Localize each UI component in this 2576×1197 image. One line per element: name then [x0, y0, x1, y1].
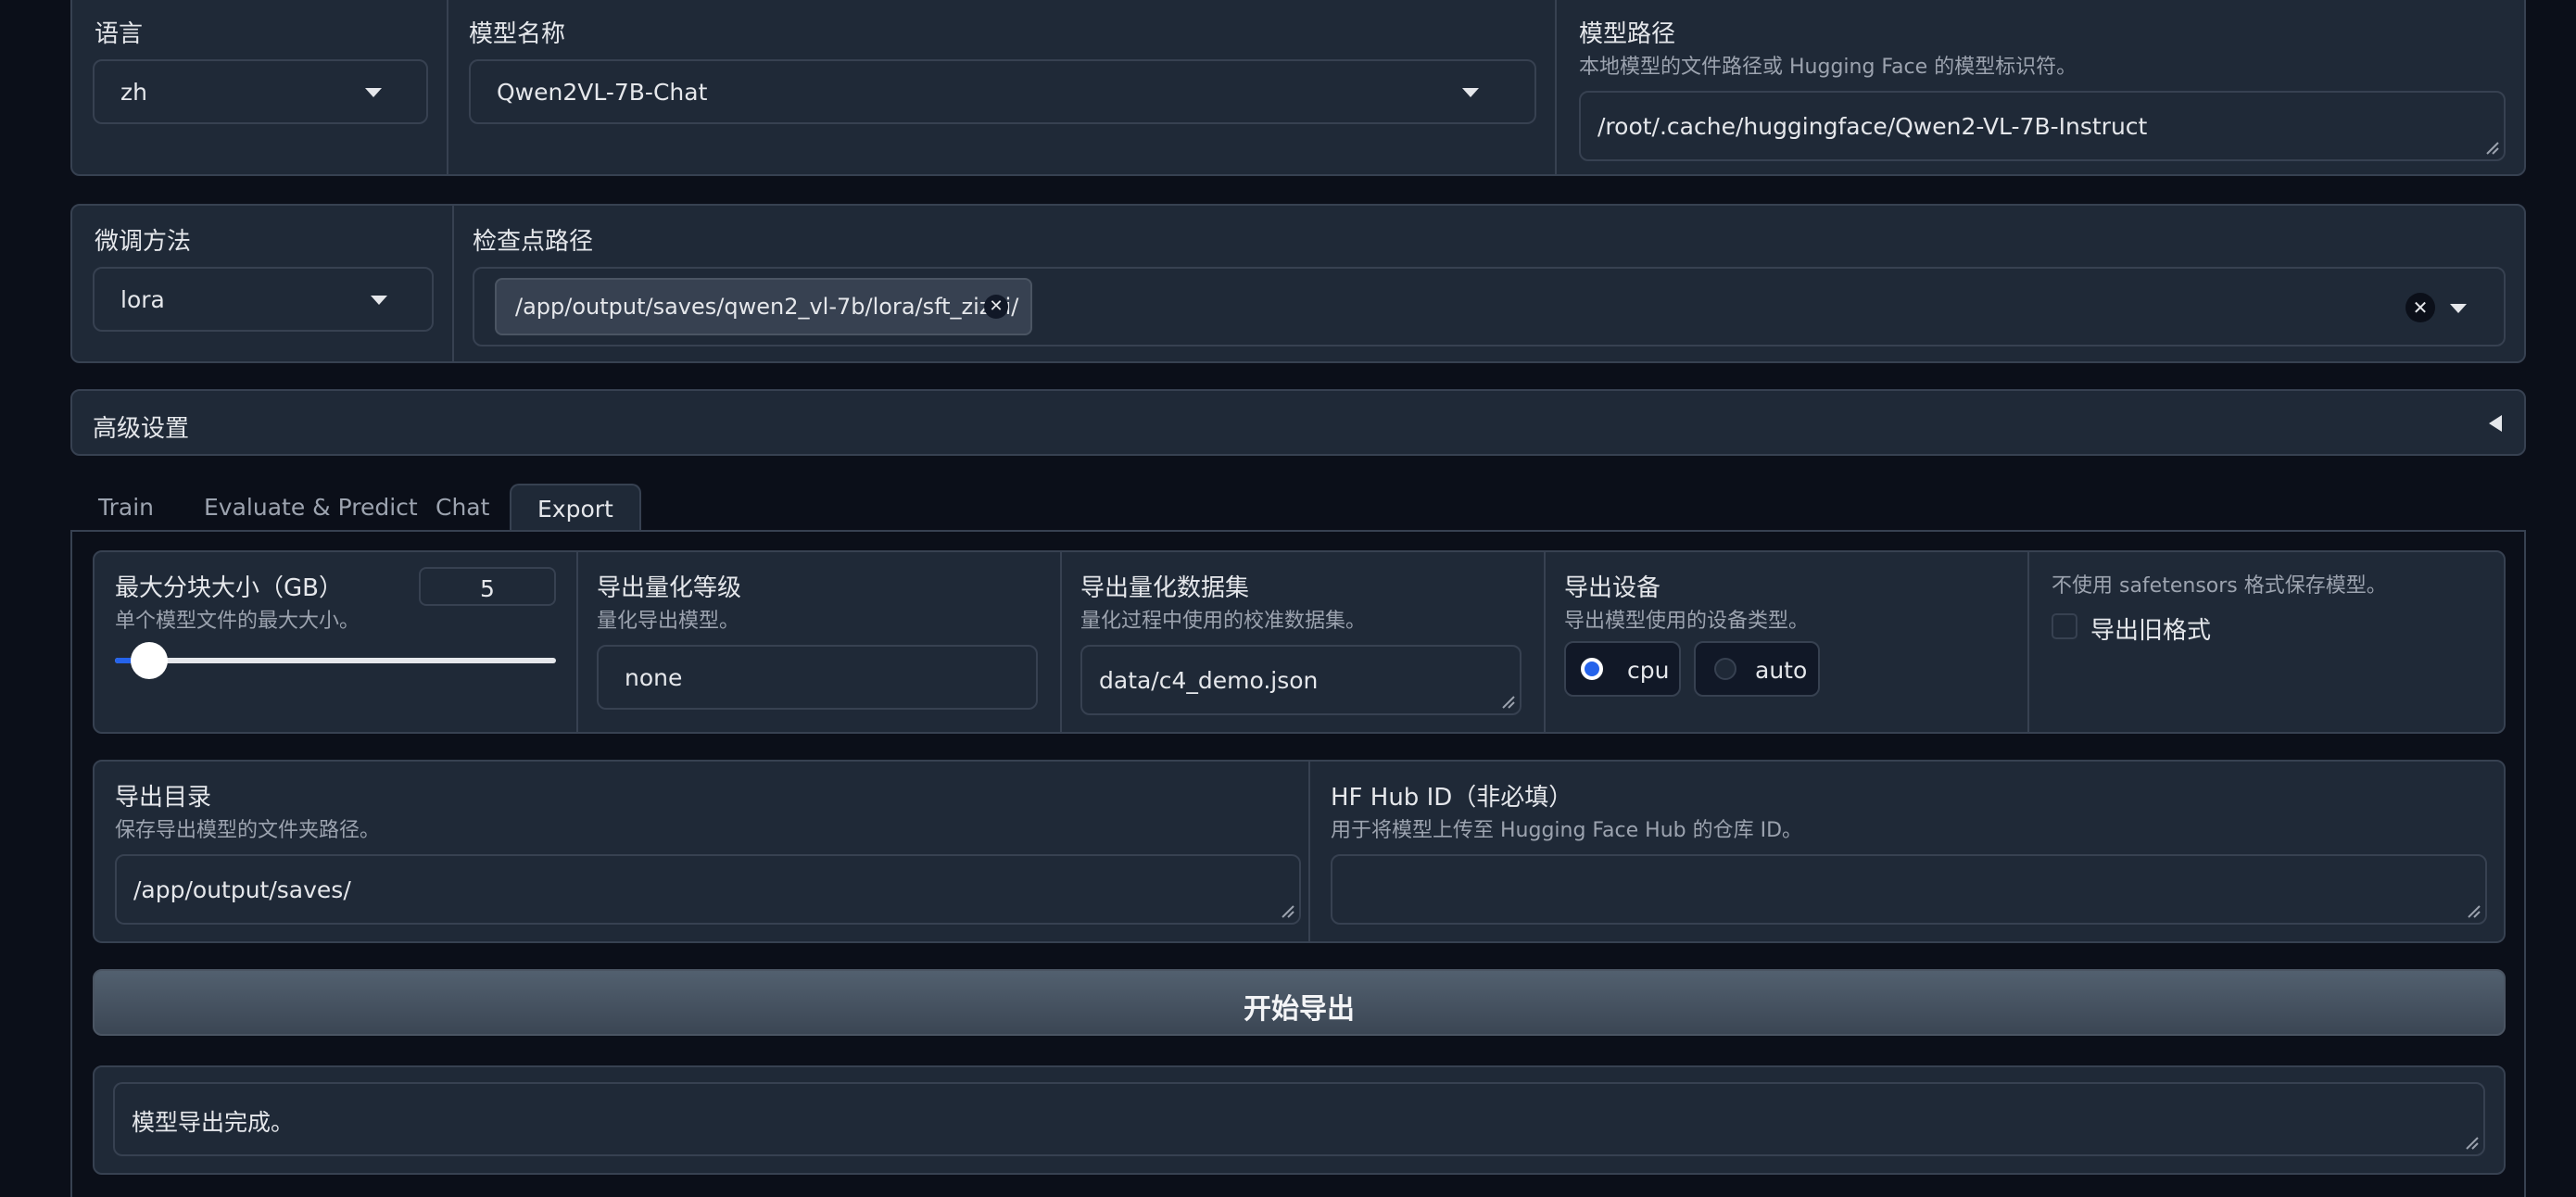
device-option-cpu[interactable]: cpu: [1564, 641, 1681, 697]
checkpoint-chip-label: /app/output/saves/qwen2_vl-7b/lora/sft_z…: [515, 294, 1019, 320]
quant-bit-label: 导出量化等级: [597, 574, 742, 602]
finetune-method-value: lora: [120, 286, 165, 313]
quant-bit-info: 量化导出模型。: [597, 610, 740, 633]
quant-dataset-info: 量化过程中使用的校准数据集。: [1080, 610, 1367, 633]
export-device-info: 导出模型使用的设备类型。: [1564, 610, 1810, 633]
quant-bit-block: 导出量化等级 量化导出模型。 none: [578, 552, 1060, 732]
model-name-block: 模型名称 Qwen2VL-7B-Chat: [448, 0, 1555, 174]
language-label: 语言: [95, 20, 144, 48]
model-path-label: 模型路径: [1579, 20, 1676, 48]
finetune-method-block: 微调方法 lora: [72, 206, 452, 361]
export-tab-content: 最大分块大小（GB） 单个模型文件的最大大小。 5 导出量化等级 量化导出模型。…: [70, 530, 2526, 1197]
quant-dataset-block: 导出量化数据集 量化过程中使用的校准数据集。 data/c4_demo.json: [1062, 552, 1544, 732]
model-name-label: 模型名称: [469, 20, 566, 48]
export-device-label: 导出设备: [1564, 574, 1661, 602]
legacy-format-checkbox[interactable]: [2052, 613, 2077, 639]
export-output-textbox[interactable]: 模型导出完成。: [113, 1082, 2485, 1156]
resize-grip-icon[interactable]: [1499, 693, 1516, 710]
export-dir-info: 保存导出模型的文件夹路径。: [115, 819, 381, 842]
resize-grip-icon[interactable]: [1279, 902, 1295, 919]
quant-bit-value: none: [625, 664, 683, 691]
export-dir-label: 导出目录: [115, 784, 212, 812]
resize-grip-icon[interactable]: [2483, 139, 2500, 156]
slider-thumb[interactable]: [131, 642, 169, 679]
chip-remove-icon[interactable]: ✕: [984, 295, 1008, 319]
resize-grip-icon[interactable]: [2463, 1134, 2480, 1151]
radio-checked-icon: [1581, 658, 1603, 680]
device-option-auto[interactable]: auto: [1694, 641, 1820, 697]
advanced-settings-accordion[interactable]: 高级设置: [70, 389, 2526, 456]
quant-dataset-value: data/c4_demo.json: [1099, 667, 1319, 694]
max-shard-size-value: 5: [480, 575, 495, 602]
export-device-block: 导出设备 导出模型使用的设备类型。 cpu auto: [1546, 552, 2027, 732]
tab-export[interactable]: Export: [510, 484, 641, 532]
hub-id-info: 用于将模型上传至 Hugging Face Hub 的仓库 ID。: [1331, 819, 1803, 842]
checkpoint-path-label: 检查点路径: [473, 228, 594, 256]
advanced-settings-label: 高级设置: [93, 415, 190, 443]
tab-evaluate-predict[interactable]: Evaluate & Predict: [204, 484, 418, 532]
language-value: zh: [120, 79, 147, 106]
device-option-auto-label: auto: [1755, 657, 1808, 684]
max-shard-size-info: 单个模型文件的最大大小。: [115, 610, 360, 633]
quant-dataset-label: 导出量化数据集: [1080, 574, 1250, 602]
chevron-down-icon: [371, 296, 387, 305]
export-output-panel: 模型导出完成。: [93, 1065, 2506, 1175]
chevron-down-icon[interactable]: [2450, 304, 2467, 313]
export-options-row: 最大分块大小（GB） 单个模型文件的最大大小。 5 导出量化等级 量化导出模型。…: [93, 550, 2506, 734]
legacy-format-block: 不使用 safetensors 格式保存模型。 导出旧格式: [2029, 552, 2504, 732]
export-output-value: 模型导出完成。: [132, 1109, 295, 1136]
clear-icon[interactable]: ✕: [2406, 293, 2435, 322]
max-shard-size-label: 最大分块大小（GB）: [115, 574, 343, 602]
resize-grip-icon[interactable]: [2465, 902, 2481, 919]
max-shard-size-block: 最大分块大小（GB） 单个模型文件的最大大小。 5: [95, 552, 576, 732]
hub-id-block: HF Hub ID（非必填） 用于将模型上传至 Hugging Face Hub…: [1310, 762, 2504, 941]
start-export-button[interactable]: 开始导出: [93, 969, 2506, 1036]
hub-id-label: HF Hub ID（非必填）: [1331, 784, 1573, 812]
export-dir-block: 导出目录 保存导出模型的文件夹路径。 /app/output/saves/: [95, 762, 1301, 941]
tab-chat[interactable]: Chat: [436, 484, 489, 532]
hub-id-input[interactable]: [1331, 854, 2487, 925]
legacy-format-info: 不使用 safetensors 格式保存模型。: [2052, 574, 2387, 598]
chevron-down-icon: [365, 88, 382, 97]
language-block: 语言 zh: [72, 0, 448, 174]
checkpoint-chip: /app/output/saves/qwen2_vl-7b/lora/sft_z…: [495, 278, 1032, 335]
model-path-input[interactable]: /root/.cache/huggingface/Qwen2-VL-7B-Ins…: [1579, 91, 2506, 161]
quant-dataset-input[interactable]: data/c4_demo.json: [1080, 645, 1522, 715]
model-name-dropdown[interactable]: Qwen2VL-7B-Chat: [469, 59, 1536, 124]
radio-unchecked-icon: [1714, 658, 1736, 680]
finetune-method-label: 微调方法: [95, 228, 192, 256]
model-path-info: 本地模型的文件路径或 Hugging Face 的模型标识符。: [1579, 56, 2077, 79]
max-shard-size-number[interactable]: 5: [419, 567, 556, 606]
finetune-method-dropdown[interactable]: lora: [93, 267, 434, 332]
collapse-arrow-icon: [2489, 415, 2502, 432]
checkpoint-path-block: 检查点路径 /app/output/saves/qwen2_vl-7b/lora…: [454, 206, 2524, 361]
model-path-value: /root/.cache/huggingface/Qwen2-VL-7B-Ins…: [1597, 113, 2148, 140]
model-path-block: 模型路径 本地模型的文件路径或 Hugging Face 的模型标识符。 /ro…: [1557, 0, 2526, 174]
chevron-down-icon: [1462, 88, 1479, 97]
model-settings-row: 语言 zh 模型名称 Qwen2VL-7B-Chat 模型路径 本地模型的文件路…: [70, 0, 2526, 176]
export-dir-input[interactable]: /app/output/saves/: [115, 854, 1301, 925]
adapter-settings-row: 微调方法 lora 检查点路径 /app/output/saves/qwen2_…: [70, 204, 2526, 363]
start-export-button-label: 开始导出: [1244, 993, 1355, 1026]
legacy-format-label: 导出旧格式: [2090, 617, 2212, 645]
export-target-row: 导出目录 保存导出模型的文件夹路径。 /app/output/saves/ HF…: [93, 760, 2506, 943]
quant-bit-dropdown[interactable]: none: [597, 645, 1038, 710]
checkpoint-path-multiselect[interactable]: /app/output/saves/qwen2_vl-7b/lora/sft_z…: [473, 267, 2506, 346]
max-shard-size-slider[interactable]: [115, 642, 556, 679]
tab-train[interactable]: Train: [98, 484, 154, 532]
export-dir-value: /app/output/saves/: [133, 876, 351, 903]
language-dropdown[interactable]: zh: [93, 59, 428, 124]
model-name-value: Qwen2VL-7B-Chat: [497, 79, 708, 106]
device-option-cpu-label: cpu: [1627, 657, 1670, 684]
